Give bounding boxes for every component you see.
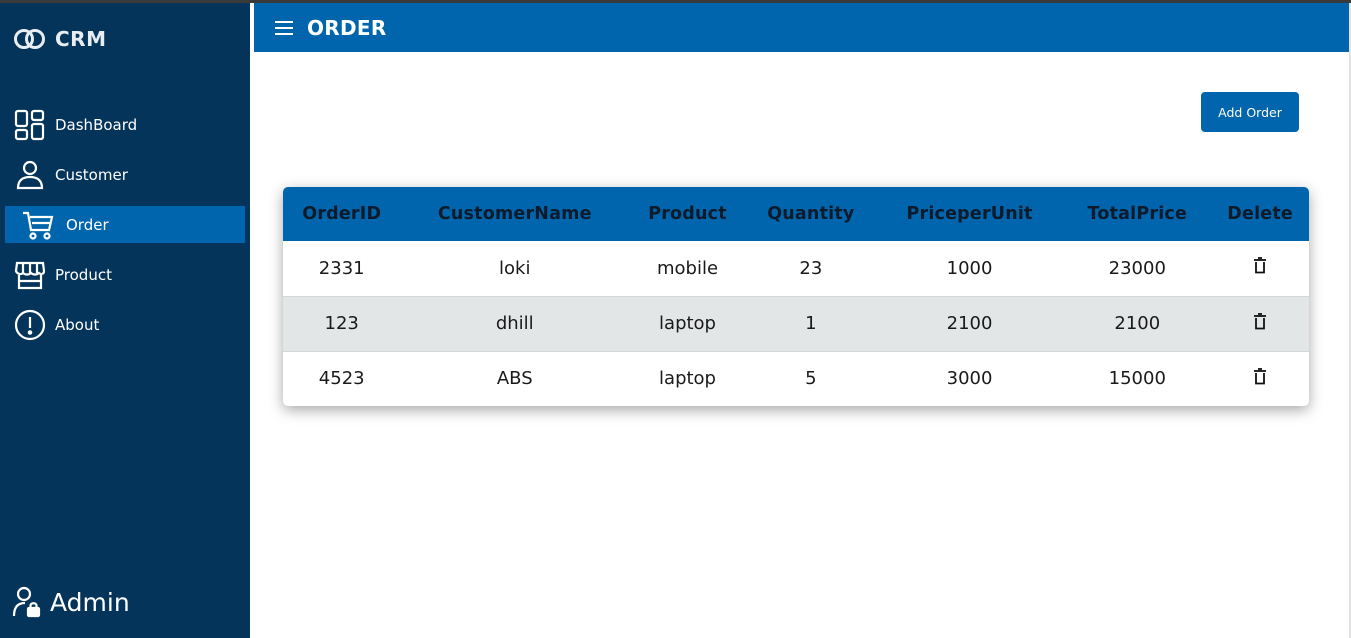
info-icon [14,309,46,341]
sidebar-item-dashboard[interactable]: DashBoard [0,100,250,150]
cell-delete [1211,350,1309,406]
column-header-product[interactable]: Product [629,187,746,241]
top-header: ORDER [254,3,1349,52]
cell-total-price: 15000 [1063,350,1212,406]
trash-icon[interactable] [1252,257,1268,275]
cell-order-id: 4523 [283,350,401,406]
divider [250,3,254,638]
cell-quantity: 23 [799,257,823,279]
sidebar-item-customer[interactable]: Customer [0,150,250,200]
cell-order-id: 2331 [318,257,365,279]
dashboard-icon [14,109,46,141]
cell-quantity: 5 [745,350,876,406]
sidebar-item-label: Customer [55,166,128,184]
cell-total-price: 23000 [1108,257,1166,279]
cell-delete [1211,295,1309,351]
table-row: 4523 ABS laptop 5 3000 15000 [283,350,1309,406]
cell-customer-name: loki [499,257,531,279]
page-title: ORDER [307,15,387,40]
sidebar-nav: DashBoard Customer Order Product About [0,100,250,350]
cell-price-per-unit: 2100 [875,295,1064,351]
column-header-priceperunit[interactable]: PriceperUnit [876,187,1064,241]
trash-icon[interactable] [1252,312,1268,331]
brand-name: CRM [55,27,107,51]
cell-quantity: 1 [745,295,876,351]
cell-product: mobile [656,257,719,279]
crm-logo-icon [14,29,45,49]
cell-customer-name: ABS [400,350,630,406]
add-order-button[interactable]: Add Order [1201,92,1299,132]
column-header-delete: Delete [1227,204,1293,224]
column-header-customername[interactable]: CustomerName [400,187,629,241]
cell-product: laptop [629,350,746,406]
user-icon [14,159,46,191]
sidebar-item-order[interactable]: Order [5,206,245,243]
user-name: Admin [50,587,130,617]
sidebar-item-about[interactable]: About [0,300,250,350]
column-header-orderid[interactable]: OrderID [283,187,400,241]
trash-icon[interactable] [1252,367,1268,386]
table-row: 2331 loki mobile 23 1000 23000 [283,241,1309,296]
brand[interactable]: CRM [13,27,106,51]
table-header-row: OrderID CustomerName Product Quantity Pr… [283,187,1309,241]
user-lock-icon [12,586,41,618]
cell-delete [1211,241,1309,296]
column-header-totalprice[interactable]: TotalPrice [1063,187,1211,241]
cell-customer-name: dhill [400,295,630,351]
sidebar-item-label: Order [66,215,109,234]
cart-icon [22,209,54,241]
store-icon [14,259,46,291]
user-profile[interactable]: Admin [12,586,130,618]
sidebar: CRM DashBoard Customer Order Product Abo… [0,3,250,638]
cell-price-per-unit: 1000 [946,257,993,279]
cell-product: laptop [629,295,746,351]
column-header-quantity[interactable]: Quantity [746,187,876,241]
sidebar-item-label: DashBoard [55,116,138,134]
sidebar-item-label: About [55,316,100,334]
cell-price-per-unit: 3000 [875,350,1064,406]
hamburger-icon[interactable] [274,19,294,37]
sidebar-item-label: Product [55,266,112,284]
table-row: 123 dhill laptop 1 2100 2100 [283,295,1309,351]
orders-table: OrderID CustomerName Product Quantity Pr… [283,187,1309,406]
sidebar-item-product[interactable]: Product [0,250,250,300]
cell-total-price: 2100 [1063,295,1212,351]
cell-order-id: 123 [283,295,401,351]
